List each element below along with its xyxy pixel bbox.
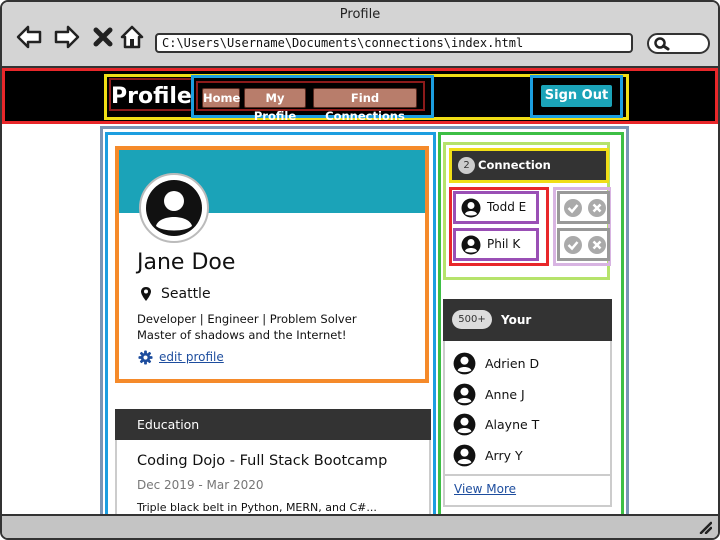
gear-icon[interactable]: [138, 350, 153, 365]
browser-search-box[interactable]: [647, 33, 710, 54]
user-avatar-icon: [453, 413, 476, 436]
x-icon[interactable]: [587, 198, 607, 218]
profile-bio-line-1: Developer | Engineer | Problem Solver: [137, 312, 357, 326]
back-arrow-icon[interactable]: [16, 24, 42, 50]
request-actions: [553, 187, 611, 266]
request-name: Phil K: [487, 237, 521, 251]
check-icon[interactable]: [563, 198, 583, 218]
connection-name: Anne J: [485, 387, 525, 402]
connection-name: Adrien D: [485, 356, 540, 371]
address-bar[interactable]: C:\Users\Username\Documents\connections\…: [155, 33, 633, 53]
connection-requests-panel: 2 Connection Requests Todd E Phil K: [443, 142, 611, 280]
profile-bio-line-2: Master of shadows and the Internet!: [137, 328, 347, 342]
education-school: Coding Dojo - Full Stack Bootcamp: [137, 453, 388, 469]
home-icon[interactable]: [119, 24, 145, 50]
request-item[interactable]: Todd E: [453, 191, 539, 224]
connection-requests-header: 2 Connection Requests: [449, 148, 609, 201]
requests-count-badge: 2: [458, 157, 475, 174]
view-more-link[interactable]: View More: [454, 482, 516, 496]
profile-name: Jane Doe: [137, 250, 236, 275]
connection-item[interactable]: Arry Y: [453, 444, 523, 468]
resize-grip-icon[interactable]: [698, 520, 712, 534]
connection-item[interactable]: Anne J: [453, 383, 525, 407]
signout-container: Sign Out: [530, 75, 623, 118]
nav-home[interactable]: Home: [202, 88, 240, 108]
user-avatar-icon: [146, 180, 202, 236]
avatar: [139, 173, 209, 243]
request-name: Todd E: [487, 200, 527, 214]
connections-panel: 500+ Your Connections Adrien D Anne J Al…: [443, 299, 612, 507]
request-action-row: [557, 228, 610, 261]
profile-card: Jane Doe Seattle Developer | Engineer | …: [115, 146, 429, 383]
connections-header: 500+ Your Connections: [443, 299, 612, 369]
divider: [445, 474, 610, 476]
search-icon: [654, 37, 670, 51]
left-column: Jane Doe Seattle Developer | Engineer | …: [105, 132, 436, 528]
map-pin-icon: [141, 287, 151, 301]
user-avatar-icon: [453, 352, 476, 375]
connection-item[interactable]: Adrien D: [453, 352, 539, 376]
education-card: Education Coding Dojo - Full Stack Bootc…: [115, 409, 431, 521]
user-avatar-icon: [453, 383, 476, 406]
user-avatar-icon: [453, 444, 476, 467]
edit-profile-link[interactable]: edit profile: [159, 350, 224, 364]
window-title: Profile: [339, 7, 381, 22]
close-icon[interactable]: [90, 24, 116, 50]
nav-find-connections[interactable]: Find Connections: [313, 88, 417, 123]
right-column: 2 Connection Requests Todd E Phil K 500+…: [438, 132, 624, 528]
request-action-row: [557, 191, 610, 224]
user-avatar-icon: [461, 198, 481, 218]
browser-chrome: Profile C:\Users\Username\Documents\conn…: [2, 2, 718, 68]
education-header: Education: [115, 409, 431, 440]
nav-my-profile[interactable]: My Profile: [244, 88, 306, 123]
sign-out-button[interactable]: Sign Out: [541, 85, 612, 107]
request-item[interactable]: Phil K: [453, 228, 539, 261]
education-description: Triple black belt in Python, MERN, and C…: [137, 501, 377, 514]
x-icon[interactable]: [587, 235, 607, 255]
connection-item[interactable]: Alayne T: [453, 413, 539, 437]
browser-window: Profile C:\Users\Username\Documents\conn…: [0, 0, 720, 540]
navbar: Profile Home My Profile Find Connections…: [2, 68, 718, 124]
nav-links-group: Home My Profile Find Connections: [196, 81, 425, 123]
check-icon[interactable]: [563, 235, 583, 255]
education-dates: Dec 2019 - Mar 2020: [137, 478, 264, 492]
main-content: Jane Doe Seattle Developer | Engineer | …: [100, 126, 629, 532]
connection-name: Alayne T: [485, 417, 540, 432]
user-avatar-icon: [461, 235, 481, 255]
nav-links: Home My Profile Find Connections: [191, 75, 434, 123]
status-bar: [2, 514, 718, 538]
connection-name: Arry Y: [485, 448, 523, 463]
brand-logo[interactable]: Profile: [109, 78, 193, 111]
profile-location: Seattle: [161, 286, 211, 302]
forward-arrow-icon[interactable]: [54, 24, 80, 50]
connections-count-badge: 500+: [452, 310, 492, 329]
request-list: Todd E Phil K: [449, 187, 549, 266]
